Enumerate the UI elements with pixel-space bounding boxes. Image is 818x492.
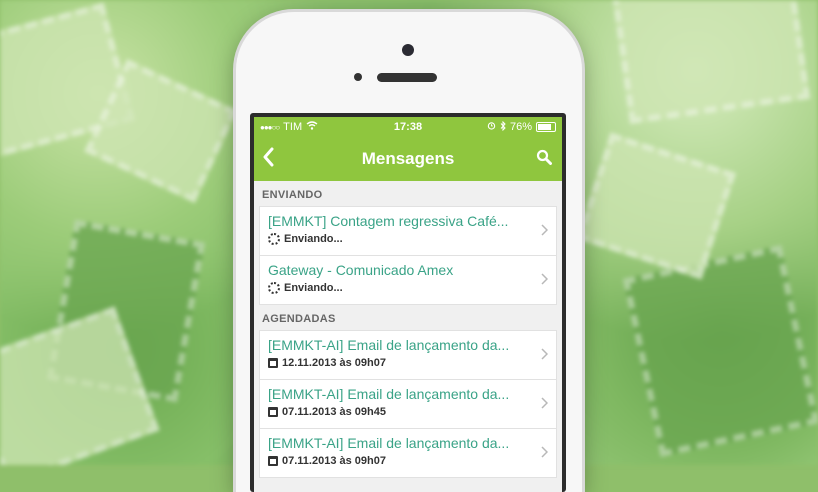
list-item[interactable]: [EMMKT-AI] Email de lançamento da... 07.… xyxy=(260,429,556,478)
message-subject: [EMMKT-AI] Email de lançamento da... xyxy=(268,386,510,402)
calendar-icon xyxy=(268,407,278,417)
list-agendadas: [EMMKT-AI] Email de lançamento da... 12.… xyxy=(259,330,557,478)
list-item[interactable]: [EMMKT] Contagem regressiva Café... Envi… xyxy=(260,207,556,256)
message-subject: Gateway - Comunicado Amex xyxy=(268,262,454,278)
chevron-right-icon xyxy=(541,396,549,414)
search-icon xyxy=(536,149,552,165)
status-bar: ●●●○○ TIM 17:38 76% xyxy=(254,117,562,137)
phone-frame: ●●●○○ TIM 17:38 76% Mensagens ENVIANDO [… xyxy=(236,12,582,492)
section-header-enviando: ENVIANDO xyxy=(262,189,323,201)
message-schedule: 07.11.2013 às 09h07 xyxy=(282,455,386,467)
list-enviando: [EMMKT] Contagem regressiva Café... Envi… xyxy=(259,206,557,305)
search-button[interactable] xyxy=(536,149,552,170)
message-subject: [EMMKT-AI] Email de lançamento da... xyxy=(268,435,510,451)
app-display: ●●●○○ TIM 17:38 76% Mensagens ENVIANDO [… xyxy=(254,117,562,492)
calendar-icon xyxy=(268,358,278,368)
list-item[interactable]: Gateway - Comunicado Amex Enviando... xyxy=(260,256,556,305)
message-schedule: 12.11.2013 às 09h07 xyxy=(282,357,386,369)
battery-icon xyxy=(536,122,556,132)
battery-percent: 76% xyxy=(509,121,532,133)
message-subject: [EMMKT] Contagem regressiva Café... xyxy=(268,213,509,229)
section-header-agendadas: AGENDADAS xyxy=(262,313,336,325)
message-schedule: 07.11.2013 às 09h45 xyxy=(282,406,386,418)
wifi-icon xyxy=(306,121,318,133)
phone-screen: ●●●○○ TIM 17:38 76% Mensagens ENVIANDO [… xyxy=(250,113,566,492)
bluetooth-icon xyxy=(500,120,506,134)
message-status: Enviando... xyxy=(284,233,343,245)
front-camera xyxy=(402,44,414,56)
chevron-right-icon xyxy=(541,347,549,365)
page-title: Mensagens xyxy=(361,149,455,168)
status-time: 17:38 xyxy=(393,121,423,133)
message-status: Enviando... xyxy=(284,282,343,294)
earpiece-speaker xyxy=(377,73,437,82)
chevron-right-icon xyxy=(541,272,549,290)
message-subject: [EMMKT-AI] Email de lançamento da... xyxy=(268,337,510,353)
proximity-sensor xyxy=(354,73,362,81)
chevron-right-icon xyxy=(541,223,549,241)
signal-icon: ●●●○○ xyxy=(260,122,280,132)
navigation-bar: Mensagens xyxy=(254,137,562,181)
spinner-icon xyxy=(268,282,280,294)
list-item[interactable]: [EMMKT-AI] Email de lançamento da... 12.… xyxy=(260,331,556,380)
chevron-right-icon xyxy=(541,445,549,463)
carrier-label: TIM xyxy=(283,121,303,133)
spinner-icon xyxy=(268,233,280,245)
alarm-icon xyxy=(487,121,496,133)
back-button[interactable] xyxy=(262,147,274,173)
list-item[interactable]: [EMMKT-AI] Email de lançamento da... 07.… xyxy=(260,380,556,429)
